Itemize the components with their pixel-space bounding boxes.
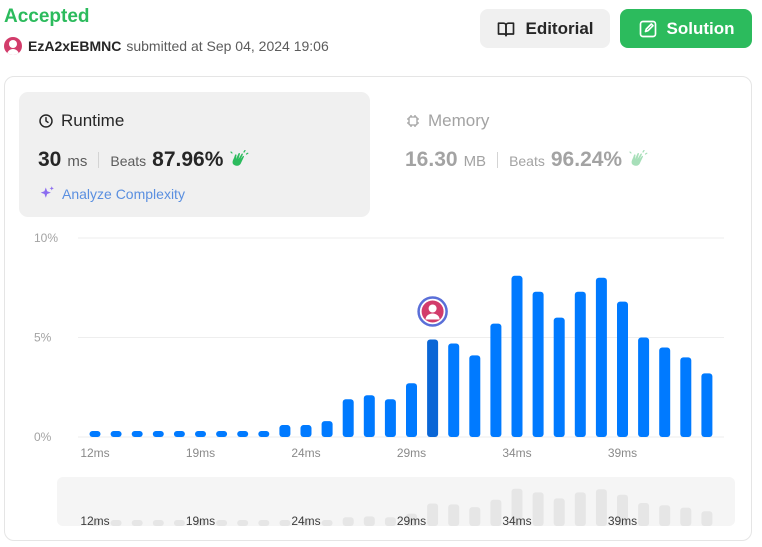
editorial-label: Editorial bbox=[525, 18, 594, 38]
clap-icon bbox=[629, 150, 648, 166]
runtime-stats: 30 ms Beats 87.96% bbox=[38, 148, 249, 172]
memory-unit: MB bbox=[463, 153, 487, 170]
editorial-button[interactable]: Editorial bbox=[480, 9, 610, 48]
edit-icon bbox=[639, 20, 656, 37]
solution-label: Solution bbox=[666, 18, 735, 38]
memory-stats: 16.30 MB Beats 96.24% bbox=[405, 148, 648, 172]
overview-strip[interactable] bbox=[57, 477, 735, 526]
memory-title-label: Memory bbox=[428, 111, 490, 130]
memory-value: 16.30 bbox=[405, 148, 458, 171]
book-icon bbox=[498, 21, 515, 37]
runtime-card[interactable]: Runtime 30 ms Beats 87.96% Analyze Compl… bbox=[19, 92, 370, 217]
clock-icon bbox=[39, 114, 53, 128]
chip-icon bbox=[407, 115, 419, 127]
runtime-value: 30 bbox=[38, 148, 62, 171]
solution-button[interactable]: Solution bbox=[620, 9, 752, 48]
memory-title[interactable]: Memory bbox=[405, 111, 489, 131]
status-accepted: Accepted bbox=[4, 6, 90, 27]
runtime-title: Runtime bbox=[38, 111, 124, 131]
clap-icon bbox=[230, 150, 249, 166]
runtime-beats-label: Beats bbox=[110, 153, 147, 169]
divider bbox=[497, 152, 499, 168]
user-avatar[interactable] bbox=[4, 37, 22, 55]
runtime-beats-value: 87.96% bbox=[152, 148, 224, 171]
runtime-unit: ms bbox=[67, 153, 88, 170]
memory-beats-label: Beats bbox=[509, 153, 545, 169]
analyze-label: Analyze Complexity bbox=[62, 185, 185, 202]
submitted-text: submitted at Sep 04, 2024 19:06 bbox=[126, 38, 329, 54]
sparkle-icon bbox=[40, 186, 54, 198]
divider bbox=[98, 152, 100, 168]
analyze-complexity-link[interactable]: Analyze Complexity bbox=[39, 185, 185, 202]
username-link[interactable]: EzA2xEBMNC bbox=[28, 38, 121, 54]
runtime-title-label: Runtime bbox=[61, 111, 125, 130]
submission-info: EzA2xEBMNC submitted at Sep 04, 2024 19:… bbox=[4, 37, 329, 55]
memory-beats-value: 96.24% bbox=[550, 148, 623, 171]
